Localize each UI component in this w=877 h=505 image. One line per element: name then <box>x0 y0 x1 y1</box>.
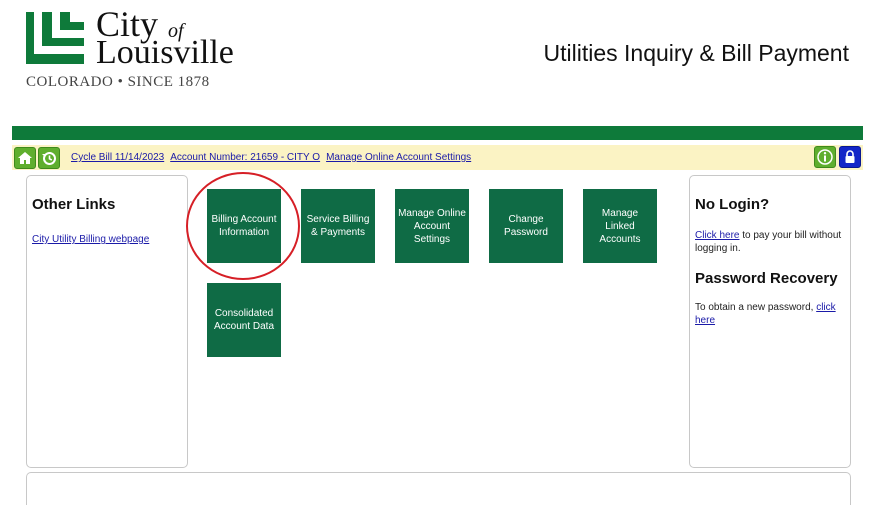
city-logo: City of Louisville COLORADO • SINCE 1878 <box>24 6 264 92</box>
info-icon <box>817 149 833 165</box>
account-toolbar: Cycle Bill 11/14/2023 Account Number: 21… <box>12 145 863 170</box>
manage-linked-accounts-tile[interactable]: Manage Linked Accounts <box>583 189 657 263</box>
logo-subtitle: COLORADO • SINCE 1878 <box>26 74 210 90</box>
consolidated-account-data-tile[interactable]: Consolidated Account Data <box>207 283 281 357</box>
manage-settings-link[interactable]: Manage Online Account Settings <box>326 152 471 163</box>
tile-label: Consolidated Account Data <box>213 308 275 332</box>
logout-button[interactable] <box>839 146 861 168</box>
password-recovery-title: Password Recovery <box>695 270 838 287</box>
tile-label: Billing Account Information <box>211 214 277 238</box>
password-recovery-description: To obtain a new password, <box>695 302 817 313</box>
page-title: Utilities Inquiry & Bill Payment <box>543 40 850 66</box>
cycle-bill-link[interactable]: Cycle Bill 11/14/2023 <box>71 152 164 163</box>
lock-icon <box>845 150 855 163</box>
tile-label: Manage Linked Accounts <box>599 207 641 245</box>
tile-label: Manage Online Account Settings <box>398 207 466 245</box>
home-button[interactable] <box>14 146 36 169</box>
header-divider-bar <box>12 126 863 140</box>
tile-label: Change Password <box>504 214 548 238</box>
no-login-title: No Login? <box>695 196 770 213</box>
logo-louisville-text: Louisville <box>96 34 234 71</box>
home-icon <box>18 151 32 164</box>
history-icon <box>42 151 56 165</box>
other-links-panel: Other Links City Utility Billing webpage <box>26 175 188 468</box>
logo-mark-icon <box>26 12 84 64</box>
pay-without-login-link[interactable]: Click here <box>695 230 739 241</box>
tile-label: Service Billing & Payments <box>306 214 370 238</box>
account-number-link[interactable]: Account Number: 21659 - CITY O <box>170 152 320 163</box>
login-help-panel: No Login? Click here to pay your bill wi… <box>689 175 851 468</box>
billing-account-information-tile[interactable]: Billing Account Information <box>207 189 281 263</box>
change-password-tile[interactable]: Change Password <box>489 189 563 263</box>
info-button[interactable] <box>814 146 836 168</box>
bottom-content-panel <box>26 472 851 505</box>
other-links-title: Other Links <box>32 196 116 213</box>
history-button[interactable] <box>38 146 60 169</box>
service-billing-payments-tile[interactable]: Service Billing & Payments <box>301 189 375 263</box>
city-utility-billing-link[interactable]: City Utility Billing webpage <box>32 234 149 245</box>
manage-online-account-settings-tile[interactable]: Manage Online Account Settings <box>395 189 469 263</box>
no-login-text: Click here to pay your bill without logg… <box>695 229 845 255</box>
password-recovery-text: To obtain a new password, click here <box>695 301 845 327</box>
